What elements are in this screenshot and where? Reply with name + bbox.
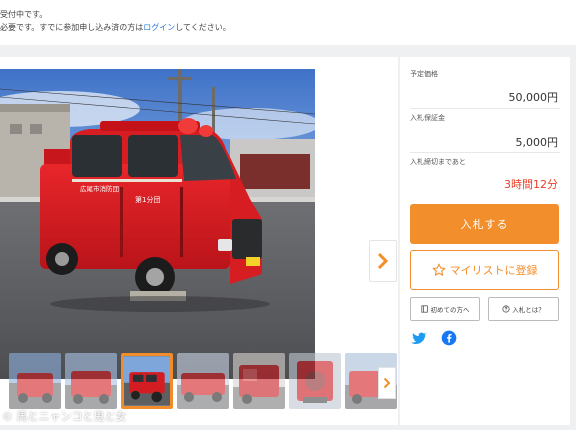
notice-line-1: 受付中です。 bbox=[0, 10, 48, 19]
deadline-value: 3時間12分 bbox=[504, 178, 558, 191]
deposit-row: 入札保証金 5,000円 bbox=[410, 110, 560, 153]
add-to-mylist-button[interactable]: マイリストに登録 bbox=[410, 250, 559, 290]
notice-text-before: 必要です。すでに参加申し込み済の方は bbox=[0, 23, 144, 32]
star-icon bbox=[432, 263, 445, 276]
thumbnail-3-active[interactable] bbox=[121, 353, 173, 409]
twitter-share-icon[interactable] bbox=[411, 330, 427, 346]
image-gallery: 広尾市消防団 第1分団 bbox=[0, 57, 398, 425]
thumbnail-1[interactable] bbox=[9, 353, 61, 409]
mylist-button-label: マイリストに登録 bbox=[449, 264, 538, 277]
deposit-label: 入札保証金 bbox=[410, 114, 445, 122]
thumbnail-2[interactable] bbox=[65, 353, 117, 409]
main-photo[interactable]: 広尾市消防団 第1分団 bbox=[0, 69, 315, 379]
chevron-right-icon bbox=[377, 252, 389, 270]
thumbnail-4[interactable] bbox=[177, 353, 229, 409]
next-image-button[interactable] bbox=[369, 240, 397, 282]
bid-button[interactable]: 入札する bbox=[410, 204, 559, 244]
thumbnail-next-button[interactable] bbox=[378, 367, 396, 399]
planned-price-value: 50,000円 bbox=[508, 91, 559, 104]
truck-unit-text: 第1分団 bbox=[135, 195, 160, 204]
deadline-row: 入札締切まであと 3時間12分 bbox=[410, 154, 560, 195]
planned-price-label: 予定価格 bbox=[410, 70, 438, 78]
planned-price-row: 予定価格 50,000円 bbox=[410, 67, 560, 109]
notice-line-2: 必要です。すでに参加申し込み済の方はログインしてください。 bbox=[0, 21, 576, 34]
login-link[interactable]: ログイン bbox=[143, 23, 175, 32]
thumbnail-5[interactable] bbox=[233, 353, 285, 409]
thumbnail-strip bbox=[0, 353, 398, 413]
first-time-guide-button[interactable]: 初めての方へ bbox=[410, 297, 480, 321]
book-icon bbox=[420, 305, 428, 313]
what-is-bid-label: 入札とは？ bbox=[512, 306, 545, 314]
chevron-right-icon bbox=[383, 377, 391, 389]
bid-button-label: 入札する bbox=[460, 218, 509, 231]
what-is-bid-button[interactable]: 入札とは？ bbox=[488, 297, 559, 321]
facebook-share-icon[interactable] bbox=[441, 330, 457, 346]
first-time-guide-label: 初めての方へ bbox=[430, 306, 470, 314]
notice-text-after: してください。 bbox=[175, 23, 231, 32]
notice-banner: 受付中です。 必要です。すでに参加申し込み済の方はログインしてください。 bbox=[0, 0, 576, 45]
deadline-label: 入札締切まであと bbox=[410, 158, 466, 166]
fire-truck-photo: 広尾市消防団 第1分団 bbox=[0, 69, 315, 379]
deposit-value: 5,000円 bbox=[515, 136, 559, 149]
watermark-text: © 馬とニャンコと鬼と女 bbox=[2, 410, 127, 423]
truck-side-text: 広尾市消防団 bbox=[80, 184, 119, 193]
thumbnail-6[interactable] bbox=[289, 353, 341, 409]
question-icon bbox=[502, 305, 510, 313]
